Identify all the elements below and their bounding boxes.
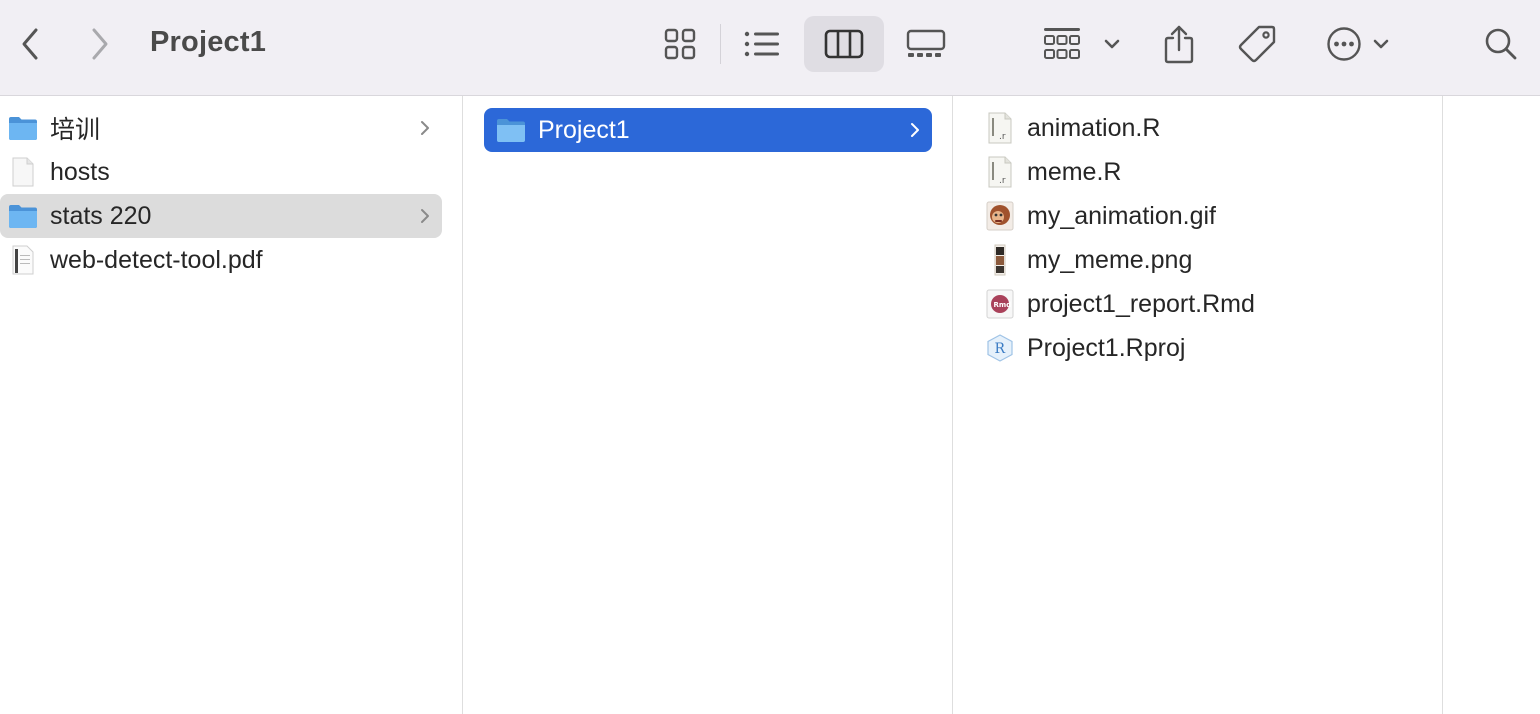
chevron-right-icon bbox=[911, 123, 919, 137]
browser-column-3: .r animation.R .r meme.R my_animation.gi… bbox=[953, 96, 1443, 714]
browser-column-1: 培训 hosts stats 220 web-detect-tool.pdf bbox=[0, 96, 463, 714]
browser-column-2: Project1 bbox=[463, 96, 953, 714]
ellipsis-circle-icon bbox=[1327, 27, 1361, 61]
back-button[interactable] bbox=[12, 24, 48, 64]
list-item-label: animation.R bbox=[1027, 113, 1161, 142]
png-image-icon bbox=[985, 244, 1015, 276]
share-icon bbox=[1164, 25, 1194, 64]
browser-column-4-empty bbox=[1443, 96, 1540, 714]
rmd-file-icon: Rmd bbox=[985, 289, 1015, 319]
list-item-folder-selected[interactable]: Project1 bbox=[484, 108, 932, 152]
folder-icon bbox=[496, 115, 526, 145]
list-view-icon bbox=[744, 31, 779, 57]
tag-icon bbox=[1238, 25, 1276, 63]
list-item-label: Project1.Rproj bbox=[1027, 333, 1186, 362]
list-item-file[interactable]: my_animation.gif bbox=[985, 194, 1425, 238]
list-item-file[interactable]: my_meme.png bbox=[985, 238, 1425, 282]
folder-icon bbox=[8, 113, 38, 143]
list-item-file[interactable]: Rmd project1_report.Rmd bbox=[985, 282, 1425, 326]
svg-text:.r: .r bbox=[999, 132, 1006, 142]
list-item-label: my_animation.gif bbox=[1027, 201, 1216, 230]
chevron-down-icon bbox=[1104, 39, 1120, 49]
list-view-button[interactable] bbox=[730, 18, 794, 70]
chevron-right-icon bbox=[421, 121, 429, 135]
window-title: Project1 bbox=[150, 26, 267, 58]
list-item-file[interactable]: hosts bbox=[4, 150, 442, 194]
grid-view-icon bbox=[664, 28, 696, 60]
chevron-left-icon bbox=[22, 28, 38, 60]
list-item-label: my_meme.png bbox=[1027, 245, 1193, 274]
group-by-icon bbox=[1044, 28, 1080, 59]
list-item-label: Project1 bbox=[538, 115, 630, 144]
folder-icon bbox=[8, 201, 38, 231]
svg-text:Rmd: Rmd bbox=[994, 301, 1012, 309]
search-button[interactable] bbox=[1478, 20, 1524, 68]
svg-text:.r: .r bbox=[999, 176, 1006, 186]
forward-button[interactable] bbox=[82, 24, 118, 64]
share-button[interactable] bbox=[1156, 16, 1202, 72]
list-item-file[interactable]: .r animation.R bbox=[985, 106, 1425, 150]
list-item-label: web-detect-tool.pdf bbox=[50, 245, 263, 274]
chevron-right-icon bbox=[92, 28, 108, 60]
rproj-file-icon: R bbox=[985, 333, 1015, 363]
list-item-label: stats 220 bbox=[50, 201, 152, 230]
gif-image-icon bbox=[985, 201, 1015, 231]
svg-text:R: R bbox=[995, 341, 1006, 357]
toolbar: Project1 bbox=[0, 0, 1540, 96]
list-item-file[interactable]: R Project1.Rproj bbox=[985, 326, 1425, 370]
pdf-file-icon bbox=[8, 245, 38, 275]
search-icon bbox=[1485, 28, 1517, 60]
list-item-label: hosts bbox=[50, 157, 110, 186]
toolbar-divider bbox=[720, 24, 721, 64]
group-by-button[interactable] bbox=[1040, 18, 1124, 70]
column-view-icon bbox=[824, 29, 864, 59]
gallery-view-icon bbox=[906, 29, 946, 57]
list-item-label: 培训 bbox=[50, 116, 101, 144]
list-item-label: meme.R bbox=[1027, 157, 1122, 186]
file-icon bbox=[8, 157, 38, 187]
r-script-icon: .r bbox=[985, 112, 1015, 144]
list-item-folder-selected[interactable]: stats 220 bbox=[0, 194, 442, 238]
chevron-down-icon bbox=[1373, 39, 1389, 49]
list-item-file[interactable]: web-detect-tool.pdf bbox=[4, 238, 442, 282]
column-view-button[interactable] bbox=[804, 16, 884, 72]
more-actions-button[interactable] bbox=[1318, 18, 1398, 70]
icon-view-button[interactable] bbox=[650, 18, 710, 70]
chevron-right-icon bbox=[421, 209, 429, 223]
gallery-view-button[interactable] bbox=[894, 18, 958, 70]
list-item-folder[interactable]: 培训 bbox=[4, 106, 442, 150]
list-item-label: project1_report.Rmd bbox=[1027, 289, 1255, 318]
tag-button[interactable] bbox=[1232, 18, 1282, 70]
list-item-file[interactable]: .r meme.R bbox=[985, 150, 1425, 194]
r-script-icon: .r bbox=[985, 156, 1015, 188]
